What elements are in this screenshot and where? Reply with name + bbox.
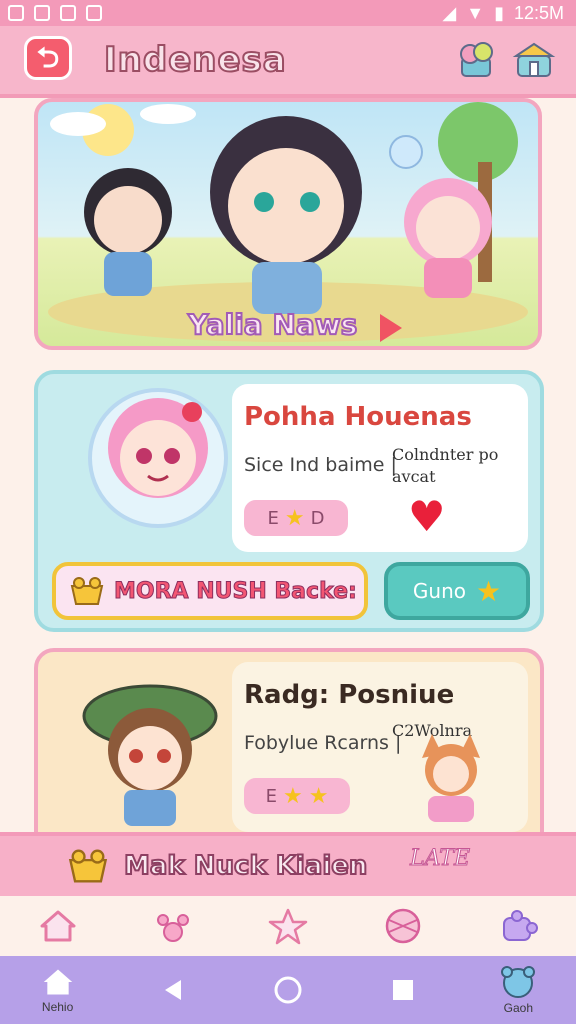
banner-title: Yalia Naws <box>187 307 358 342</box>
nav-overview-button[interactable] <box>373 960 433 1020</box>
back-button[interactable]: ⮌ <box>24 36 72 80</box>
basket-icon <box>70 577 104 605</box>
paw-icon <box>156 914 189 942</box>
guno-button[interactable]: Guno ★ <box>384 562 530 620</box>
star-icon: ★ <box>475 574 502 608</box>
shop-icon[interactable] <box>512 38 556 82</box>
bear-icon <box>501 966 536 998</box>
square-icon <box>393 980 414 1000</box>
card-info-panel: Pohha Houenas Sice Ind baime | Colndnter… <box>232 384 528 552</box>
nav-profile-label: Gaoh <box>503 1001 534 1015</box>
notification-icon <box>86 5 102 21</box>
nav-recents-home-button[interactable] <box>258 960 318 1020</box>
promo-strip[interactable]: Mak Nuck Kiaien LATE <box>0 832 576 896</box>
rating-pill: E ★ D <box>244 500 348 536</box>
notification-icon <box>8 5 24 21</box>
back-triangle-icon <box>164 980 181 1000</box>
character-portrait <box>82 684 218 826</box>
star-icon: ★ <box>308 783 329 809</box>
basket-icon <box>68 849 108 883</box>
app-header: ⮌ Indenesa <box>0 26 576 98</box>
puzzle-icon <box>503 910 539 941</box>
guno-button-label: Guno <box>412 579 466 603</box>
cupcake-icon[interactable] <box>454 38 498 82</box>
tab-home[interactable] <box>36 904 80 948</box>
avatar <box>80 678 220 826</box>
back-arrow-icon: ⮌ <box>36 41 60 74</box>
circle-home-icon <box>274 976 302 1004</box>
nav-home-button[interactable]: Nehio <box>28 960 88 1020</box>
home-icon <box>40 910 76 942</box>
character-tag: Colndnter po avcat <box>392 445 499 486</box>
avatar <box>88 388 228 528</box>
character-subtitle: Fobylue Rcarns | <box>244 732 402 754</box>
system-nav-bar: Nehio Gaoh <box>0 956 576 1024</box>
play-icon[interactable] <box>380 314 402 342</box>
battery-icon: ▮ <box>494 2 504 23</box>
page-title: Indenesa <box>103 39 287 81</box>
pill-label: D <box>310 507 325 529</box>
tab-bar <box>0 896 576 956</box>
character-portrait <box>108 398 208 498</box>
late-badge: LATE <box>409 846 471 872</box>
tab-ball[interactable] <box>381 904 425 948</box>
card-info-panel: Radg: Posniue Fobylue Rcarns | C2Wolnra … <box>232 662 528 832</box>
house-icon <box>43 969 72 995</box>
signal-icon: ◢ <box>442 2 457 23</box>
status-time: 12:5M <box>513 2 564 23</box>
action-wide-button[interactable]: MORA NUSH Backe: <box>52 562 368 620</box>
star-icon: ★ <box>284 505 305 531</box>
wide-button-label: MORA NUSH Backe: <box>114 578 358 604</box>
heart-icon[interactable]: ♥ <box>408 492 446 541</box>
status-bar: ◢ ▼ ▮ 12:5M <box>0 0 576 26</box>
notification-icon <box>60 5 76 21</box>
nav-home-label: Nehio <box>41 1000 74 1014</box>
tab-star[interactable] <box>266 904 310 948</box>
star-icon: ★ <box>282 783 303 809</box>
wifi-icon: ▼ <box>466 2 485 23</box>
nav-back-button[interactable] <box>143 960 203 1020</box>
pill-label: E <box>265 785 277 807</box>
promo-label: Mak Nuck Kiaien <box>123 850 368 882</box>
cat-character-icon <box>422 734 480 822</box>
ball-icon <box>385 908 421 944</box>
character-name: Radg: Posniue <box>244 680 455 710</box>
character-name: Pohha Houenas <box>244 402 472 432</box>
character-card[interactable]: Pohha Houenas Sice Ind baime | Colndnter… <box>34 370 544 632</box>
star-icon <box>268 908 308 945</box>
notification-icon <box>34 5 50 21</box>
rating-pill: E ★ ★ <box>244 778 350 814</box>
tab-puzzle[interactable] <box>496 904 540 948</box>
nav-profile-button[interactable]: Gaoh <box>488 960 548 1020</box>
character-subtitle: Sice Ind baime | <box>244 454 397 476</box>
pill-label: E <box>267 507 279 529</box>
tab-paw[interactable] <box>151 904 195 948</box>
featured-banner[interactable]: Yalia Naws <box>34 98 542 350</box>
